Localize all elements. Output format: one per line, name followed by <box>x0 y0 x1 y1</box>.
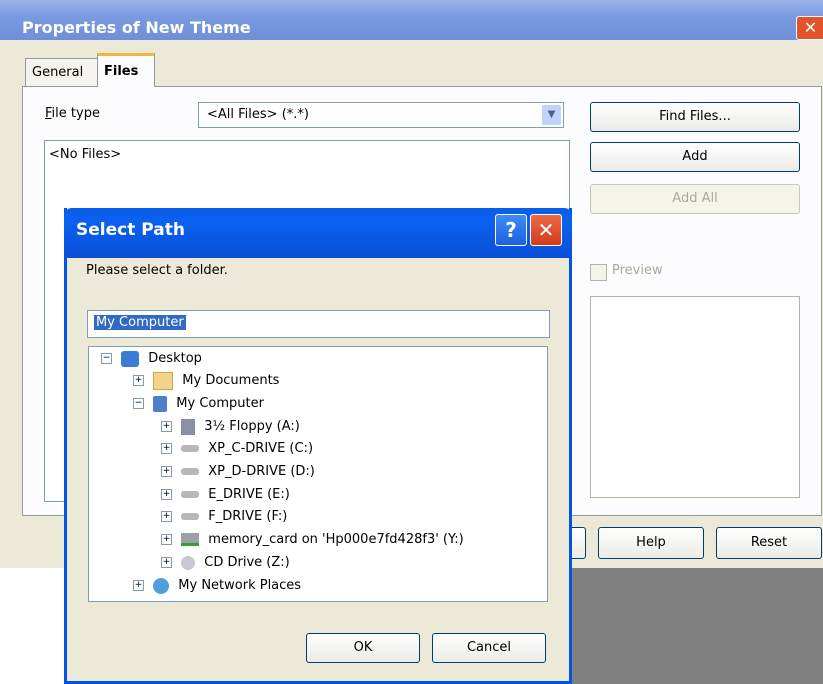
folder-icon <box>153 371 174 390</box>
add-button[interactable]: Add <box>590 142 800 172</box>
path-input[interactable]: My Computer <box>87 310 550 338</box>
folder-tree[interactable]: − Desktop + My Documents − My Computer +… <box>88 346 548 602</box>
cancel-button[interactable]: Cancel <box>432 633 546 663</box>
add-all-button[interactable]: Add All <box>590 184 800 214</box>
tree-item-cd-drive[interactable]: + CD Drive (Z:) <box>161 552 290 574</box>
chevron-down-icon[interactable]: ▼ <box>542 105 561 125</box>
file-type-label: File type <box>45 106 100 121</box>
tree-item-e-drive[interactable]: + E_DRIVE (E:) <box>161 484 290 506</box>
floppy-icon <box>181 418 196 435</box>
preview-label: Preview <box>612 263 663 278</box>
network-icon <box>153 577 170 594</box>
help-icon[interactable]: ? <box>495 214 527 246</box>
expand-icon[interactable]: + <box>161 489 172 500</box>
computer-icon <box>153 395 168 412</box>
drive-icon <box>181 445 200 452</box>
desktop-icon <box>121 350 140 367</box>
expand-icon[interactable]: + <box>161 421 172 432</box>
tree-item-my-computer[interactable]: − My Computer <box>133 393 264 415</box>
file-type-label-rest: ile type <box>51 106 100 121</box>
help-button[interactable]: Help <box>598 527 704 559</box>
tree-label: My Computer <box>176 396 264 411</box>
network-drive-icon <box>181 533 200 546</box>
tree-item-floppy[interactable]: + 3½ Floppy (A:) <box>161 416 300 438</box>
properties-title: Properties of New Theme <box>22 18 251 37</box>
preview-checkbox[interactable] <box>590 264 607 281</box>
dialog-prompt: Please select a folder. <box>86 263 228 278</box>
tree-item-c-drive[interactable]: + XP_C-DRIVE (C:) <box>161 438 313 460</box>
tree-item-d-drive[interactable]: + XP_D-DRIVE (D:) <box>161 461 315 483</box>
tree-item-f-drive[interactable]: + F_DRIVE (F:) <box>161 506 287 528</box>
background-area <box>566 568 823 684</box>
tree-label: memory_card on 'Hp000e7fd428f3' (Y:) <box>208 532 464 547</box>
tree-label: F_DRIVE (F:) <box>208 509 288 524</box>
tree-label: My Documents <box>182 373 280 388</box>
expand-icon[interactable]: + <box>161 534 172 545</box>
drive-icon <box>181 491 200 498</box>
expand-icon[interactable]: + <box>161 511 172 522</box>
tree-label: 3½ Floppy (A:) <box>204 419 300 434</box>
close-icon[interactable]: ✕ <box>796 16 823 40</box>
tree-label: My Network Places <box>178 578 302 593</box>
tab-general[interactable]: General <box>25 58 100 86</box>
find-files-button[interactable]: Find Files... <box>590 102 800 132</box>
drive-icon <box>181 513 200 520</box>
tree-label: XP_C-DRIVE (C:) <box>208 441 314 456</box>
expand-icon[interactable]: + <box>161 466 172 477</box>
tree-item-memory-card[interactable]: + memory_card on 'Hp000e7fd428f3' (Y:) <box>161 529 464 551</box>
collapse-icon[interactable]: − <box>101 353 112 364</box>
reset-button[interactable]: Reset <box>716 527 822 559</box>
expand-icon[interactable]: + <box>133 580 144 591</box>
drive-icon <box>181 468 200 475</box>
file-type-value: <All Files> (*.*) <box>207 107 309 122</box>
expand-icon[interactable]: + <box>133 375 144 386</box>
tree-item-network-places[interactable]: + My Network Places <box>133 575 301 597</box>
preview-area <box>590 296 800 498</box>
tree-label: Desktop <box>148 351 202 366</box>
expand-icon[interactable]: + <box>161 557 172 568</box>
tab-files[interactable]: Files <box>97 53 155 87</box>
tree-item-desktop[interactable]: − Desktop <box>101 348 202 370</box>
select-path-title: Select Path <box>76 220 185 240</box>
close-icon[interactable]: ✕ <box>530 214 562 246</box>
ok-button[interactable]: OK <box>306 633 420 663</box>
tree-label: E_DRIVE (E:) <box>208 487 290 502</box>
tree-label: CD Drive (Z:) <box>204 555 290 570</box>
tree-label: XP_D-DRIVE (D:) <box>208 464 315 479</box>
files-list-placeholder: <No Files> <box>49 147 122 162</box>
collapse-icon[interactable]: − <box>133 398 144 409</box>
tree-item-my-documents[interactable]: + My Documents <box>133 370 279 392</box>
cd-drive-icon <box>181 555 196 570</box>
file-type-select[interactable]: <All Files> (*.*) ▼ <box>198 102 564 128</box>
path-input-value: My Computer <box>94 315 186 330</box>
expand-icon[interactable]: + <box>161 443 172 454</box>
